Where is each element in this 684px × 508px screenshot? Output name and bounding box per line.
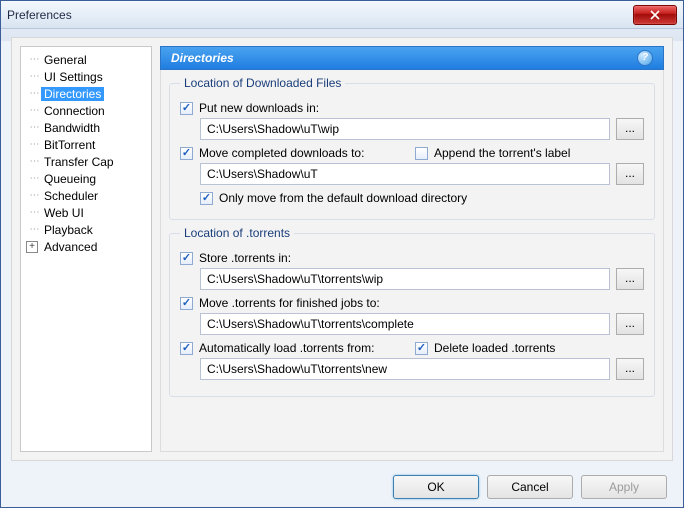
category-tree[interactable]: ⋯General⋯UI Settings⋯Directories⋯Connect…	[20, 46, 152, 452]
tree-item-connection[interactable]: ⋯Connection	[23, 102, 149, 119]
browse-put-new-downloads[interactable]: ...	[616, 118, 644, 140]
group-torrents: Location of .torrents Store .torrents in…	[169, 226, 655, 397]
tree-item-web-ui[interactable]: ⋯Web UI	[23, 204, 149, 221]
tree-item-transfer-cap[interactable]: ⋯Transfer Cap	[23, 153, 149, 170]
tree-item-label: Bandwidth	[41, 121, 103, 135]
label-move-completed: Move completed downloads to:	[199, 146, 364, 160]
row-move-completed: Move completed downloads to: Append the …	[180, 146, 644, 160]
dialog-body: ⋯General⋯UI Settings⋯Directories⋯Connect…	[11, 37, 673, 461]
window-title: Preferences	[7, 8, 72, 22]
checkbox-put-new-downloads[interactable]	[180, 102, 193, 115]
close-button[interactable]	[633, 5, 677, 25]
tree-item-label: UI Settings	[41, 70, 106, 84]
checkbox-move-finished-torrents[interactable]	[180, 297, 193, 310]
tree-item-ui-settings[interactable]: ⋯UI Settings	[23, 68, 149, 85]
checkbox-append-label[interactable]	[415, 147, 428, 160]
tree-branch-icon: ⋯	[27, 224, 41, 235]
tree-item-label: BitTorrent	[41, 138, 98, 152]
panel-header: Directories ?	[160, 46, 664, 70]
checkbox-store-torrents[interactable]	[180, 252, 193, 265]
label-append-label: Append the torrent's label	[434, 146, 570, 160]
tree-item-label: Queueing	[41, 172, 99, 186]
input-move-completed-path[interactable]	[200, 163, 610, 185]
label-put-new-downloads: Put new downloads in:	[199, 101, 319, 115]
input-move-finished-torrents-path[interactable]	[200, 313, 610, 335]
input-put-new-downloads-path[interactable]	[200, 118, 610, 140]
main-panel: Directories ? Location of Downloaded Fil…	[160, 46, 664, 452]
checkbox-move-completed[interactable]	[180, 147, 193, 160]
checkbox-autoload-torrents[interactable]	[180, 342, 193, 355]
tree-branch-icon: ⋯	[27, 207, 41, 218]
browse-store-torrents[interactable]: ...	[616, 268, 644, 290]
help-icon[interactable]: ?	[637, 50, 653, 66]
tree-item-general[interactable]: ⋯General	[23, 51, 149, 68]
label-only-move-default: Only move from the default download dire…	[219, 191, 467, 205]
titlebar: Preferences	[1, 1, 683, 29]
label-delete-loaded-torrents: Delete loaded .torrents	[434, 341, 555, 355]
cancel-button[interactable]: Cancel	[487, 475, 573, 499]
checkbox-only-move-default[interactable]	[200, 192, 213, 205]
tree-item-label: Advanced	[41, 240, 100, 254]
tree-item-label: General	[41, 53, 90, 67]
tree-item-label: Directories	[41, 87, 104, 101]
tree-item-advanced[interactable]: +Advanced	[23, 238, 149, 255]
panel-content: Location of Downloaded Files Put new dow…	[160, 70, 664, 452]
close-icon	[650, 10, 660, 20]
checkbox-delete-loaded-torrents[interactable]	[415, 342, 428, 355]
tree-branch-icon: ⋯	[27, 88, 41, 99]
tree-item-label: Playback	[41, 223, 96, 237]
tree-branch-icon: ⋯	[27, 122, 41, 133]
browse-move-completed[interactable]: ...	[616, 163, 644, 185]
preferences-window: Preferences ⋯General⋯UI Settings⋯Directo…	[0, 0, 684, 508]
tree-item-label: Web UI	[41, 206, 87, 220]
tree-branch-icon: ⋯	[27, 71, 41, 82]
tree-branch-icon: ⋯	[27, 54, 41, 65]
apply-button[interactable]: Apply	[581, 475, 667, 499]
browse-autoload-torrents[interactable]: ...	[616, 358, 644, 380]
browse-move-finished-torrents[interactable]: ...	[616, 313, 644, 335]
label-autoload-torrents: Automatically load .torrents from:	[199, 341, 374, 355]
tree-branch-icon: ⋯	[27, 156, 41, 167]
tree-item-bittorrent[interactable]: ⋯BitTorrent	[23, 136, 149, 153]
dialog-footer: OK Cancel Apply	[393, 475, 667, 499]
tree-item-directories[interactable]: ⋯Directories	[23, 85, 149, 102]
row-put-new: Put new downloads in:	[180, 101, 644, 115]
input-autoload-torrents-path[interactable]	[200, 358, 610, 380]
group-legend-torrents: Location of .torrents	[180, 226, 294, 240]
input-store-torrents-path[interactable]	[200, 268, 610, 290]
tree-branch-icon: ⋯	[27, 105, 41, 116]
tree-branch-icon: ⋯	[27, 173, 41, 184]
label-store-torrents: Store .torrents in:	[199, 251, 291, 265]
tree-item-label: Transfer Cap	[41, 155, 117, 169]
group-downloaded-files: Location of Downloaded Files Put new dow…	[169, 76, 655, 220]
panel-title: Directories	[171, 51, 234, 65]
label-move-finished-torrents: Move .torrents for finished jobs to:	[199, 296, 380, 310]
group-legend: Location of Downloaded Files	[180, 76, 345, 90]
tree-item-playback[interactable]: ⋯Playback	[23, 221, 149, 238]
tree-item-bandwidth[interactable]: ⋯Bandwidth	[23, 119, 149, 136]
tree-expand-icon[interactable]: +	[26, 241, 38, 253]
ok-button[interactable]: OK	[393, 475, 479, 499]
tree-item-queueing[interactable]: ⋯Queueing	[23, 170, 149, 187]
tree-branch-icon: ⋯	[27, 139, 41, 150]
tree-item-label: Scheduler	[41, 189, 101, 203]
tree-item-scheduler[interactable]: ⋯Scheduler	[23, 187, 149, 204]
tree-branch-icon: ⋯	[27, 190, 41, 201]
tree-item-label: Connection	[41, 104, 108, 118]
